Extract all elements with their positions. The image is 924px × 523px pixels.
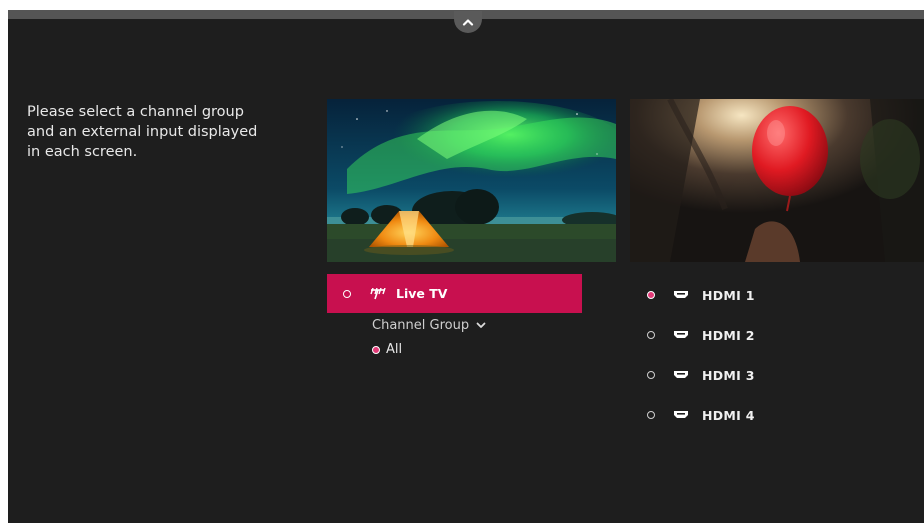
antenna-icon (370, 287, 386, 299)
collapse-handle[interactable] (454, 11, 482, 33)
hdmi-icon (674, 371, 688, 378)
red-balloon-image (630, 99, 924, 262)
hdmi-4-option[interactable]: HDMI 4 (647, 404, 755, 426)
channel-group-option-all[interactable]: All (372, 342, 402, 357)
live-tv-radio (343, 289, 351, 298)
multi-view-panel: Please select a channel group and an ext… (8, 10, 924, 523)
live-tv-option[interactable]: Live TV (327, 274, 582, 313)
hdmi-2-option[interactable]: HDMI 2 (647, 324, 755, 346)
hdmi-icon (674, 411, 688, 418)
hdmi-preview[interactable] (630, 99, 924, 262)
hdmi-4-radio (647, 411, 655, 419)
live-tv-label: Live TV (396, 286, 448, 301)
all-radio (372, 345, 380, 354)
channel-group-label: Channel Group (372, 318, 470, 333)
hdmi-1-radio (647, 291, 655, 299)
aurora-camping-image (327, 99, 616, 262)
live-tv-preview[interactable] (327, 99, 616, 262)
chevron-up-icon (462, 19, 474, 26)
hdmi-icon (674, 331, 688, 338)
instruction-line: in each screen. (27, 144, 138, 160)
hdmi-3-radio (647, 371, 655, 379)
hdmi-1-option[interactable]: HDMI 1 (647, 284, 755, 306)
hdmi-3-label: HDMI 3 (702, 367, 755, 383)
instruction-text: Please select a channel group and an ext… (27, 102, 277, 162)
hdmi-2-radio (647, 331, 655, 339)
all-label: All (386, 342, 403, 357)
hdmi-1-label: HDMI 1 (702, 287, 755, 303)
chevron-down-icon (476, 322, 486, 328)
hdmi-icon (674, 291, 688, 298)
instruction-line: Please select a channel group (27, 104, 244, 120)
hdmi-4-label: HDMI 4 (702, 407, 755, 423)
instruction-line: and an external input displayed (27, 124, 258, 140)
hdmi-3-option[interactable]: HDMI 3 (647, 364, 755, 386)
hdmi-2-label: HDMI 2 (702, 327, 755, 343)
channel-group-dropdown[interactable]: Channel Group (372, 318, 486, 333)
